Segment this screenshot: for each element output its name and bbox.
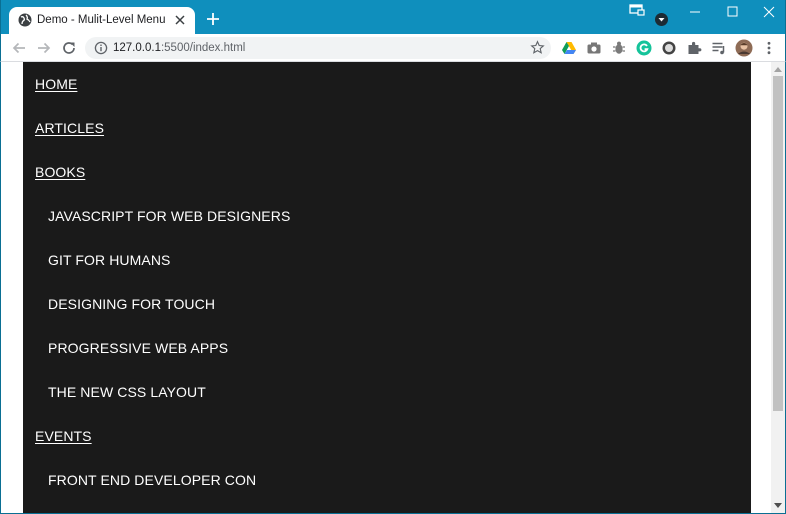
plus-icon[interactable] (205, 11, 221, 27)
kebab-menu-icon[interactable] (761, 40, 777, 56)
multi-level-menu: HOME ARTICLES BOOKS JAVASCRIPT FOR WEB D… (23, 62, 751, 513)
puzzle-icon[interactable] (686, 40, 702, 56)
minimize-icon[interactable] (677, 0, 713, 24)
url-path: :5500/index.html (160, 42, 246, 54)
grammarly-icon[interactable] (636, 40, 652, 56)
star-icon[interactable] (530, 40, 545, 55)
maximize-icon[interactable] (714, 0, 750, 24)
browser-toolbar: 127.0.0.1:5500/index.html (0, 34, 786, 62)
submenu-item-javascript-for-web-designers[interactable]: JAVASCRIPT FOR WEB DESIGNERS (48, 208, 290, 224)
scroll-up-arrow-icon[interactable] (774, 67, 782, 72)
arrow-right-icon[interactable] (36, 40, 52, 56)
url-text[interactable]: 127.0.0.1:5500/index.html (113, 42, 245, 54)
submenu-item-designing-for-touch[interactable]: DESIGNING FOR TOUCH (48, 296, 215, 312)
submenu-item-git-for-humans[interactable]: GIT FOR HUMANS (48, 252, 170, 268)
address-bar[interactable]: 127.0.0.1:5500/index.html (85, 37, 551, 59)
vertical-scrollbar[interactable] (771, 62, 785, 513)
reload-icon[interactable] (61, 40, 77, 56)
circle-extension-icon[interactable] (661, 40, 677, 56)
tab-title: Demo - Mulit-Level Menu (37, 14, 166, 26)
page-viewport: HOME ARTICLES BOOKS JAVASCRIPT FOR WEB D… (0, 62, 786, 514)
menu-item-books[interactable]: BOOKS (35, 164, 85, 180)
chevron-down-icon (658, 18, 665, 22)
url-host: 127.0.0.1 (113, 42, 161, 54)
browser-tab[interactable]: Demo - Mulit-Level Menu (9, 7, 195, 34)
menu-item-events[interactable]: EVENTS (35, 428, 92, 444)
submenu-item-front-end-developer-con[interactable]: FRONT END DEVELOPER CON (48, 472, 256, 488)
scroll-down-arrow-icon[interactable] (774, 503, 782, 508)
submenu-item-the-new-css-layout[interactable]: THE NEW CSS LAYOUT (48, 384, 206, 400)
info-icon[interactable] (94, 41, 108, 55)
menu-item-articles[interactable]: ARTICLES (35, 120, 104, 136)
submenu-item-progressive-web-apps[interactable]: PROGRESSIVE WEB APPS (48, 340, 228, 356)
window-icon[interactable] (628, 3, 646, 17)
scrollbar-thumb[interactable] (773, 76, 783, 411)
close-icon[interactable] (751, 0, 786, 24)
camera-icon[interactable] (586, 40, 602, 56)
globe-icon (18, 13, 32, 27)
arrow-left-icon[interactable] (11, 40, 27, 56)
tab-search-button[interactable] (655, 13, 668, 26)
close-icon[interactable] (174, 14, 186, 26)
title-bar: Demo - Mulit-Level Menu (0, 0, 786, 34)
avatar[interactable] (735, 39, 753, 57)
bug-icon[interactable] (611, 40, 627, 56)
media-queue-icon[interactable] (711, 40, 727, 56)
menu-item-home[interactable]: HOME (35, 76, 77, 92)
google-drive-icon[interactable] (561, 40, 577, 56)
